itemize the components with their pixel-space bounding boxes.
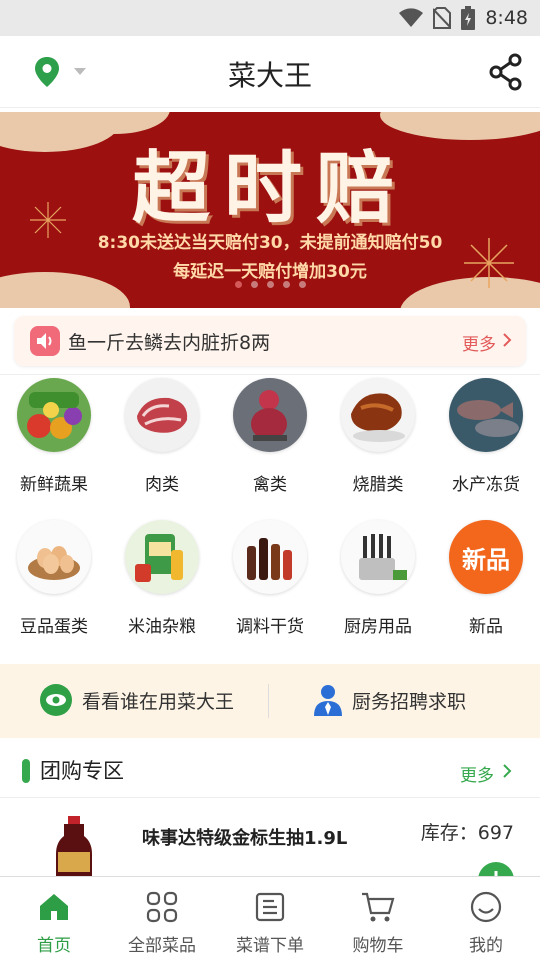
tab-recipe-order[interactable]: 菜谱下单 (216, 877, 324, 960)
recipe-icon (255, 892, 285, 922)
category-fresh-produce[interactable]: 新鲜蔬果 (4, 378, 104, 508)
notice-bar[interactable]: 鱼一斤去鳞去内脏折8两 更多 (14, 316, 526, 366)
category-poultry[interactable]: 禽类 (220, 378, 320, 508)
status-bar: 8:48 (0, 0, 540, 36)
share-button[interactable] (488, 52, 524, 92)
chevron-right-icon (503, 333, 512, 347)
who-uses-label: 看看谁在用菜大王 (82, 690, 235, 713)
category-rice-oil[interactable]: 米油杂粮 (112, 520, 212, 650)
product-stock: 库存：697 (420, 822, 514, 844)
no-sim-icon (433, 7, 452, 29)
recruitment-link[interactable]: 厨务招聘求职 (314, 684, 466, 716)
section-divider (0, 374, 540, 375)
banner-pagination (0, 281, 540, 288)
category-label: 新鲜蔬果 (20, 475, 88, 495)
promo-banner[interactable]: 超时赔 8:30未送达当天赔付30，未提前通知赔付50 每延迟一天赔付增加30元 (0, 112, 540, 308)
category-label: 禽类 (253, 475, 287, 495)
rice-oil-image (125, 520, 199, 594)
banner-dot[interactable] (282, 281, 290, 288)
grid-icon (146, 891, 178, 923)
app-title: 菜大王 (227, 59, 312, 92)
seasoning-image (233, 520, 307, 594)
group-buy-header: 团购专区 更多 (0, 742, 540, 798)
chevron-right-icon (503, 764, 512, 778)
new-badge-text: 新品 (462, 546, 510, 574)
banner-dot[interactable] (250, 281, 258, 288)
category-label: 调料干货 (236, 617, 304, 637)
section-accent-bar (22, 759, 30, 783)
eye-icon (40, 684, 72, 716)
recruitment-label: 厨务招聘求职 (352, 690, 467, 713)
speaker-icon (30, 326, 60, 356)
promo-strip: 看看谁在用菜大王 厨务招聘求职 (0, 664, 540, 738)
product-name: 味事达特级金标生抽1.9L (142, 828, 348, 849)
profile-icon (470, 891, 502, 923)
tab-label: 全部菜品 (128, 936, 196, 956)
seafood-image (449, 378, 523, 452)
app-header: 菜大王 (0, 36, 540, 108)
category-label: 新品 (469, 617, 503, 637)
banner-headline: 超时赔 (131, 144, 408, 234)
roast-meat-image (341, 378, 415, 452)
who-uses-link[interactable]: 看看谁在用菜大王 (40, 684, 234, 716)
wifi-icon (399, 8, 424, 27)
tab-profile[interactable]: 我的 (432, 877, 540, 960)
category-seasoning[interactable]: 调料干货 (220, 520, 320, 650)
eggs-image (17, 520, 91, 594)
banner-dot[interactable] (298, 281, 306, 288)
poultry-image (233, 378, 307, 452)
tab-cart[interactable]: 购物车 (324, 877, 432, 960)
tab-label: 我的 (469, 936, 503, 956)
category-meat[interactable]: 肉类 (112, 378, 212, 508)
tab-label: 首页 (37, 936, 71, 956)
home-icon (40, 894, 68, 920)
banner-dot[interactable] (234, 281, 242, 288)
category-label: 肉类 (145, 475, 179, 495)
category-label: 米油杂粮 (128, 617, 196, 637)
category-kitchenware[interactable]: 厨房用品 (328, 520, 428, 650)
category-seafood[interactable]: 水产冻货 (436, 378, 536, 508)
cart-icon (362, 892, 395, 922)
soy-sauce-bottle-image (56, 816, 92, 878)
banner-line-2: 每延迟一天赔付增加30元 (173, 262, 367, 282)
category-tofu-eggs[interactable]: 豆品蛋类 (4, 520, 104, 650)
category-label: 厨房用品 (344, 617, 412, 637)
share-icon (489, 53, 522, 91)
category-roast-meat[interactable]: 烧腊类 (328, 378, 428, 508)
meat-image (125, 378, 199, 452)
group-buy-title: 团购专区 (40, 759, 124, 783)
group-buy-more-link[interactable]: 更多 (460, 761, 494, 786)
banner-dot[interactable] (266, 281, 274, 288)
notice-more-link[interactable]: 更多 (462, 330, 496, 355)
category-label: 水产冻货 (452, 475, 520, 495)
bottom-tab-bar: 首页 全部菜品 菜谱下单 购物车 我的 (0, 876, 540, 960)
user-tie-icon (314, 685, 342, 716)
banner-line-1: 8:30未送达当天赔付30，未提前通知赔付50 (97, 233, 443, 253)
category-label: 豆品蛋类 (20, 617, 88, 637)
kitchenware-image (341, 520, 415, 594)
new-product-badge: 新品 (449, 520, 523, 594)
product-card[interactable]: 味事达特级金标生抽1.9L 库存：697 (0, 800, 540, 878)
status-time: 8:48 (485, 7, 528, 29)
tab-label: 菜谱下单 (236, 936, 304, 956)
battery-icon (461, 6, 476, 30)
promo-separator (268, 684, 269, 718)
tab-label: 购物车 (352, 936, 404, 956)
tab-all-dishes[interactable]: 全部菜品 (108, 877, 216, 960)
category-new[interactable]: 新品 新品 (436, 520, 536, 650)
category-label: 烧腊类 (352, 475, 404, 495)
vegetables-image (17, 378, 91, 452)
tab-home[interactable]: 首页 (0, 877, 108, 960)
notice-text: 鱼一斤去鳞去内脏折8两 (68, 332, 271, 354)
